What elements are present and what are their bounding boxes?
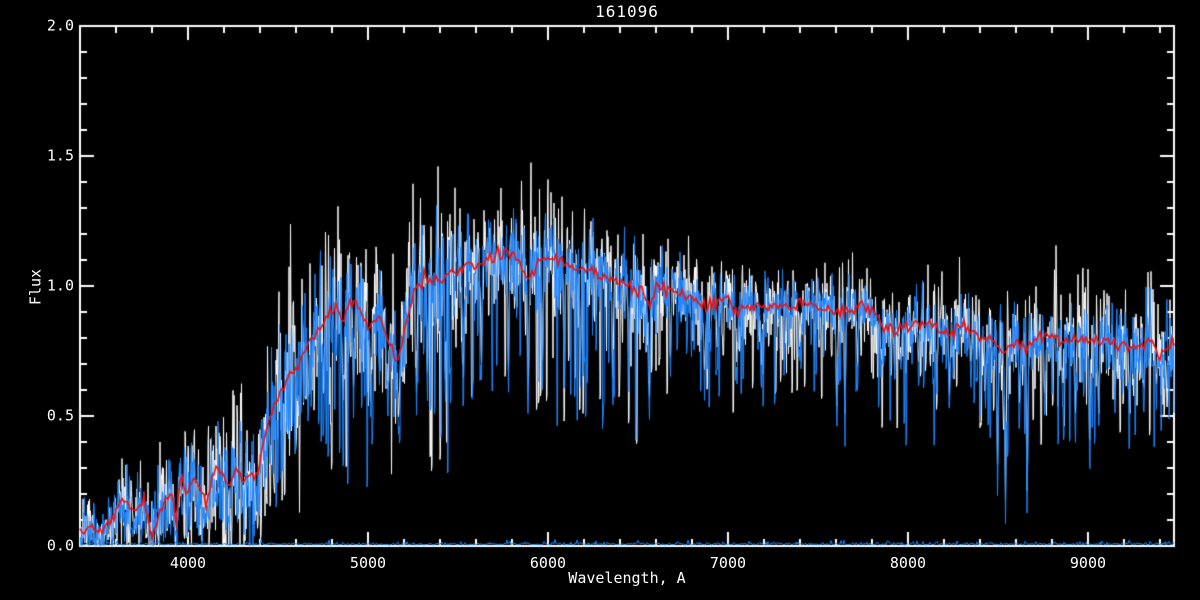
- y-tick-label: 0.5: [47, 409, 74, 424]
- y-tick-label: 1.5: [47, 149, 74, 164]
- x-tick-label: 6000: [530, 556, 566, 571]
- x-tick-label: 9000: [1070, 556, 1106, 571]
- y-tick-label: 2.0: [47, 19, 74, 34]
- y-tick-label: 0.0: [47, 539, 74, 554]
- plot-title: 161096: [595, 4, 659, 20]
- x-tick-label: 7000: [710, 556, 746, 571]
- spectrum-canvas: [0, 0, 1200, 600]
- y-tick-label: 1.0: [47, 279, 74, 294]
- x-tick-label: 4000: [170, 556, 206, 571]
- x-axis-label: Wavelength, A: [568, 571, 685, 586]
- x-tick-label: 8000: [890, 556, 926, 571]
- y-axis-label: Flux: [29, 269, 44, 305]
- spectrum-figure: 161096 Flux Wavelength, A 4000 5000 6000 70…: [0, 0, 1200, 600]
- x-tick-label: 5000: [350, 556, 386, 571]
